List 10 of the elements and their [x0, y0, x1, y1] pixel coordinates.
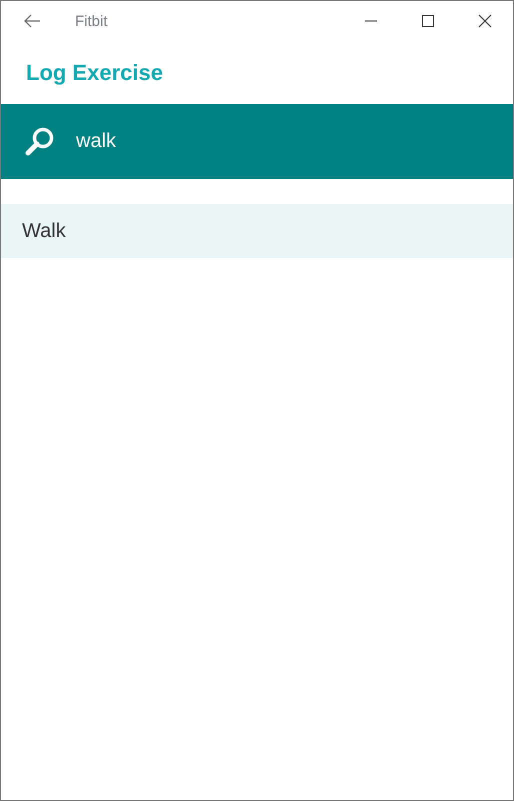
result-item[interactable]: Walk: [1, 204, 513, 258]
maximize-icon: [422, 15, 434, 27]
search-bar[interactable]: walk: [1, 104, 513, 179]
page-title: Log Exercise: [25, 58, 164, 87]
close-icon: [478, 14, 492, 28]
back-arrow-icon: [24, 14, 40, 28]
minimize-icon: [364, 20, 376, 22]
search-field[interactable]: walk: [76, 122, 476, 162]
search-icon: [24, 126, 56, 158]
window-title: Fitbit: [75, 12, 109, 30]
